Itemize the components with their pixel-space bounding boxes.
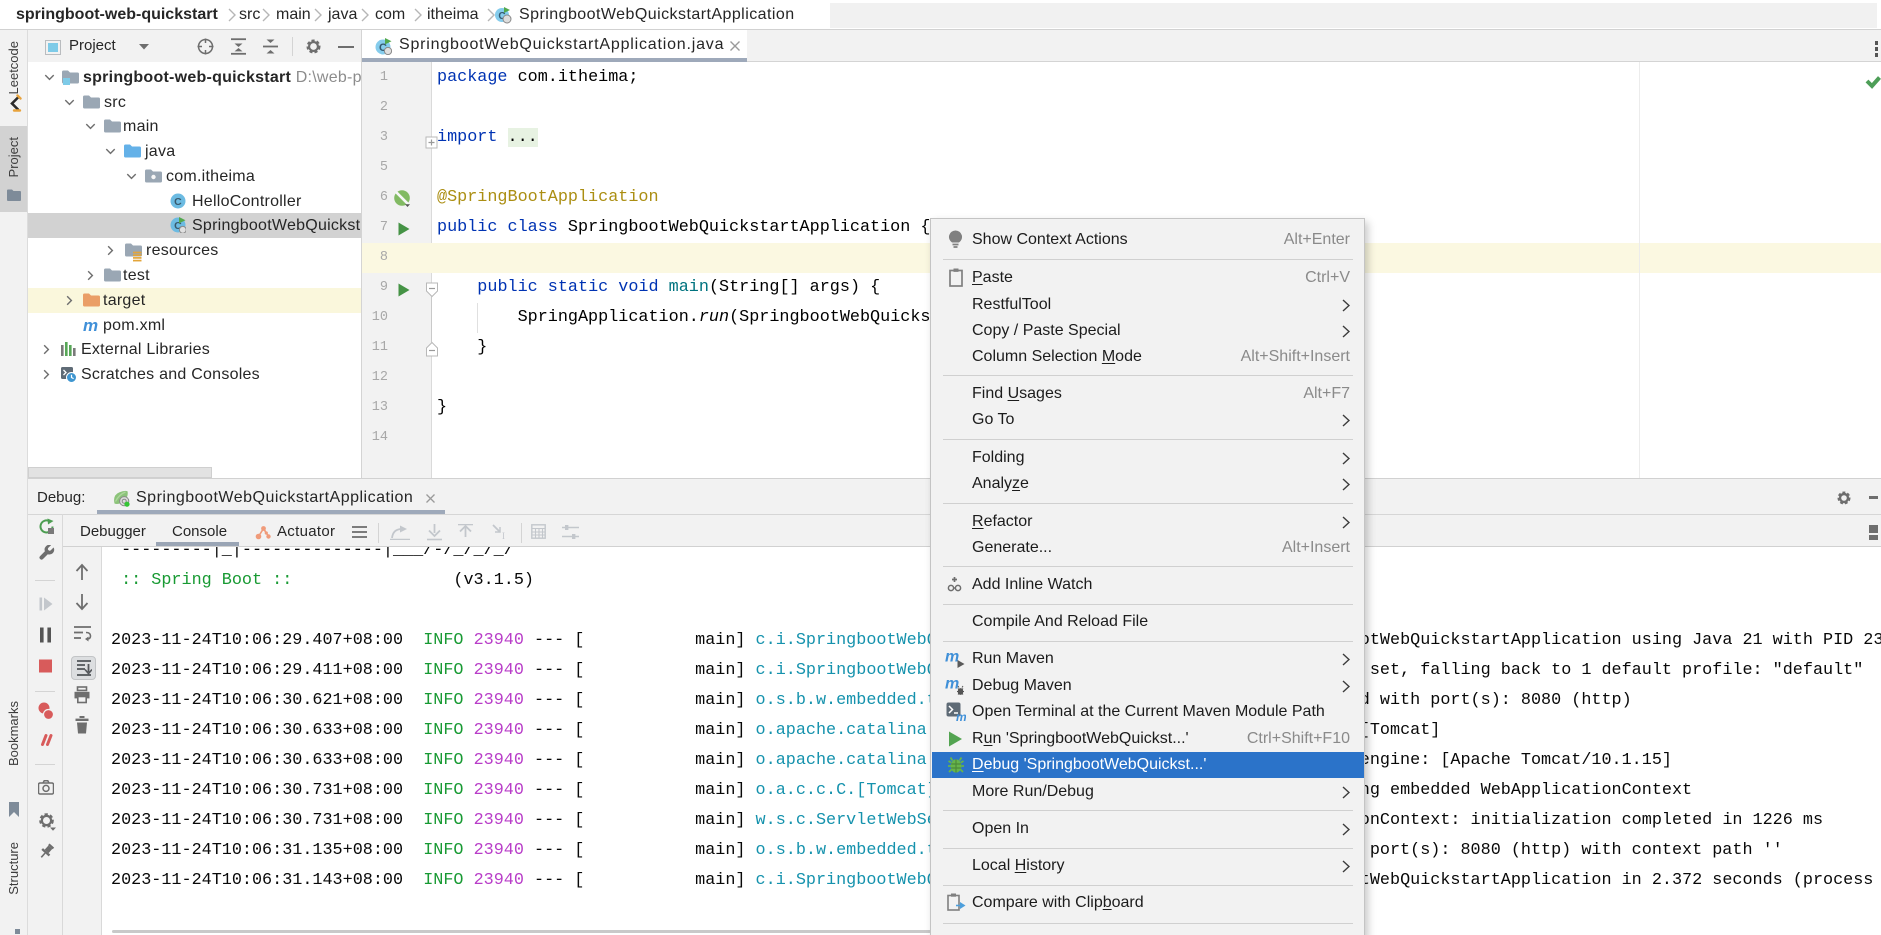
svg-text:I: I bbox=[502, 531, 505, 541]
svg-text:m: m bbox=[956, 710, 966, 722]
svg-text:m: m bbox=[945, 676, 959, 693]
svg-text:m: m bbox=[945, 649, 959, 666]
